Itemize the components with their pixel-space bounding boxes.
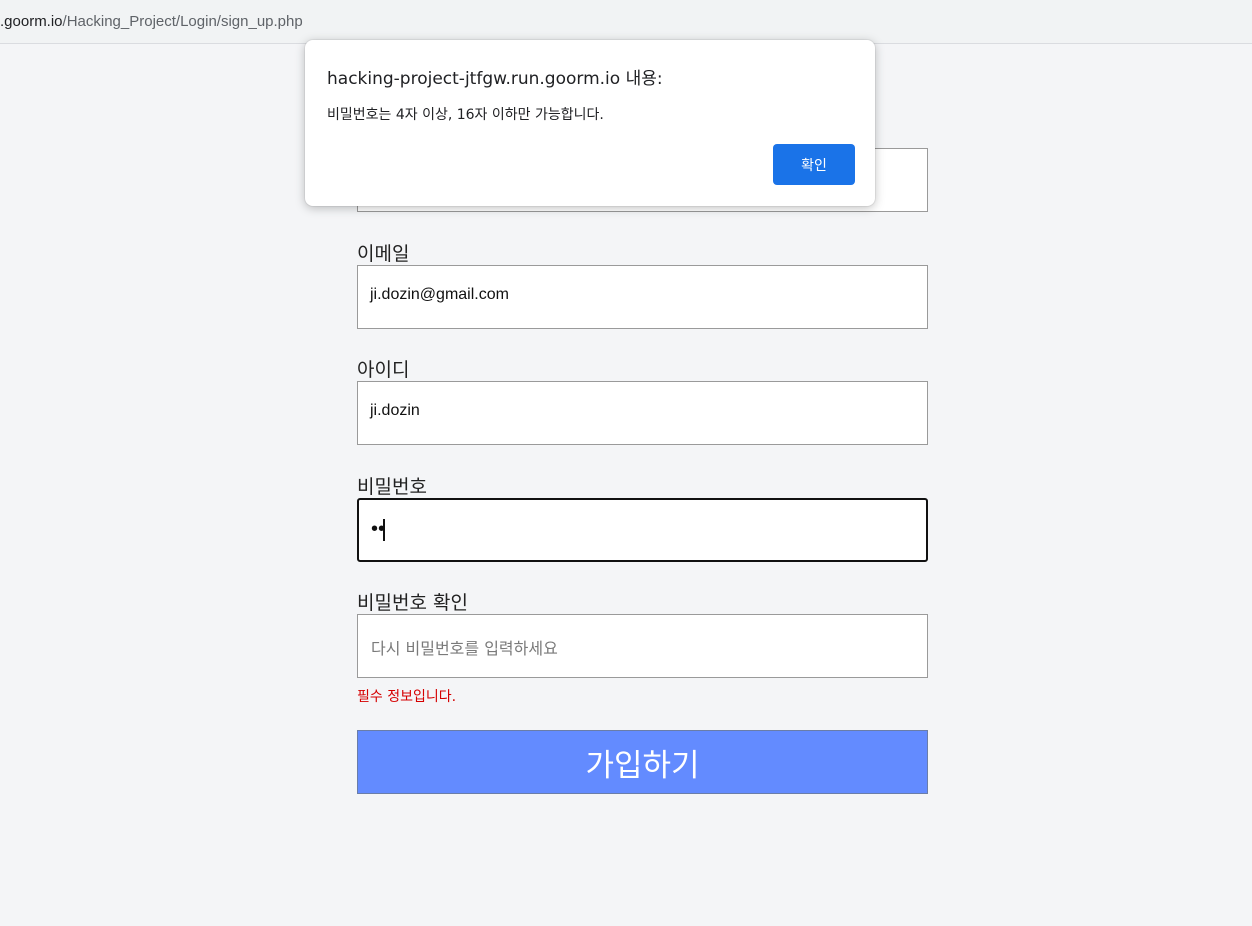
required-error-message: 필수 정보입니다.: [357, 689, 457, 705]
email-field[interactable]: ji.dozin@gmail.com: [357, 265, 928, 329]
password-confirm-placeholder: 다시 비밀번호를 입력하세요: [371, 639, 558, 658]
signup-button-label: 가입하기: [585, 747, 700, 784]
dialog-message: 비밀번호는 4자 이상, 16자 이하만 가능합니다.: [327, 107, 604, 123]
dialog-ok-label: 확인: [801, 157, 827, 174]
url-host: .goorm.io: [0, 13, 63, 30]
dialog-ok-button[interactable]: 확인: [773, 144, 855, 185]
email-value: ji.dozin@gmail.com: [370, 286, 509, 303]
password-confirm-field[interactable]: 다시 비밀번호를 입력하세요: [357, 614, 928, 678]
url-path: /Hacking_Project/Login/sign_up.php: [62, 13, 303, 30]
password-confirm-label: 비밀번호 확인: [357, 592, 468, 614]
id-value: ji.dozin: [370, 402, 420, 419]
id-label: 아이디: [357, 359, 410, 381]
signup-button[interactable]: 가입하기: [357, 730, 928, 794]
password-field[interactable]: ••: [357, 498, 928, 562]
address-bar[interactable]: .goorm.io/Hacking_Project/Login/sign_up.…: [0, 0, 1252, 44]
alert-dialog: hacking-project-jtfgw.run.goorm.io 내용: 비…: [305, 40, 875, 206]
password-label: 비밀번호: [357, 476, 427, 498]
dialog-title: hacking-project-jtfgw.run.goorm.io 내용:: [327, 69, 663, 89]
url-text[interactable]: .goorm.io/Hacking_Project/Login/sign_up.…: [0, 13, 303, 30]
email-label: 이메일: [357, 243, 410, 265]
text-caret: [383, 519, 385, 541]
id-field[interactable]: ji.dozin: [357, 381, 928, 445]
